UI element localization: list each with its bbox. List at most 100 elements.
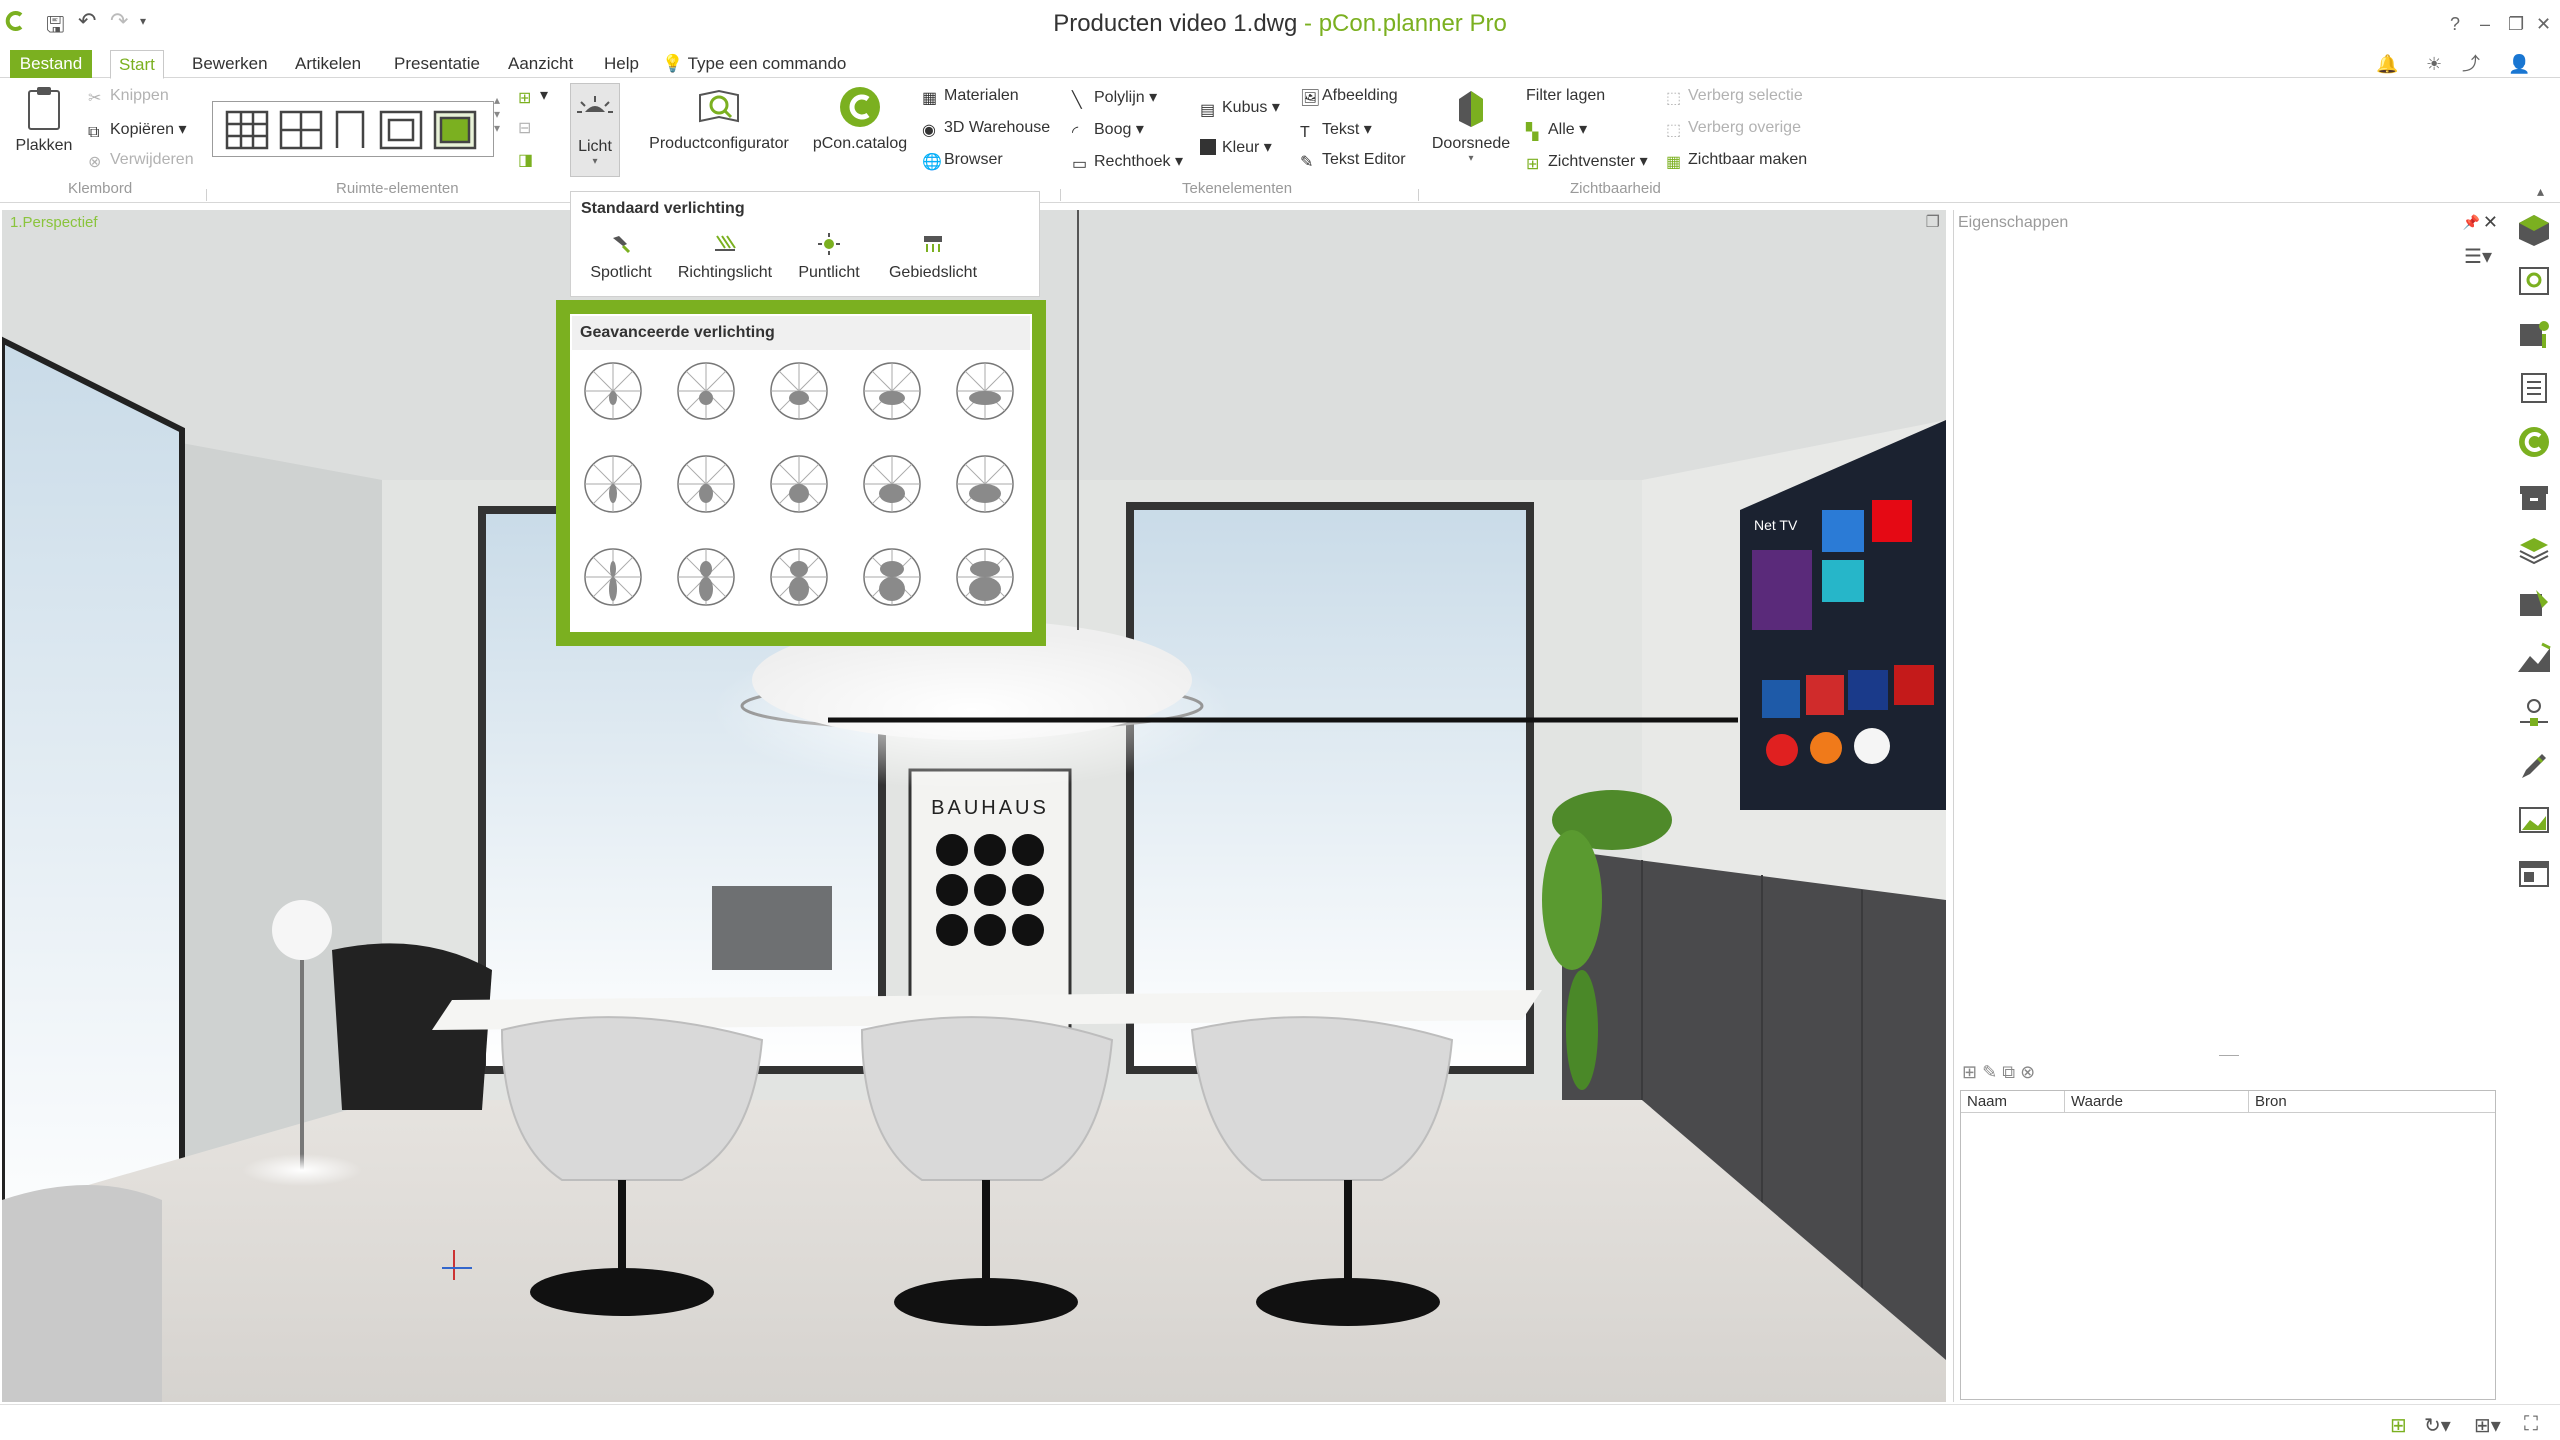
light-distribution-option[interactable] bbox=[954, 546, 1016, 608]
light-distribution-option[interactable] bbox=[675, 546, 737, 608]
image-panel-icon[interactable] bbox=[2516, 802, 2552, 838]
paste-button[interactable]: Plakken bbox=[14, 85, 74, 155]
color-button[interactable]: Kleur ▾ bbox=[1200, 137, 1272, 157]
directional-light-item[interactable]: Richtingslicht bbox=[675, 232, 775, 282]
tab-artikelen[interactable]: Artikelen bbox=[287, 50, 369, 78]
point-light-item[interactable]: Puntlicht bbox=[779, 232, 879, 282]
user-icon[interactable]: 👤 bbox=[2508, 50, 2530, 78]
collapse-ribbon-icon[interactable]: ▴ bbox=[2537, 183, 2544, 200]
polyline-button[interactable]: ╲ Polylijn ▾ bbox=[1072, 87, 1157, 109]
viewport-name[interactable]: 1.Perspectief bbox=[10, 214, 98, 231]
copy-button[interactable]: ⧉ Kopiëren ▾ bbox=[88, 119, 187, 141]
tab-aanzicht[interactable]: Aanzicht bbox=[500, 50, 581, 78]
pin-icon[interactable]: 📌 bbox=[2463, 214, 2480, 231]
text-editor-button[interactable]: ✎ Tekst Editor bbox=[1300, 151, 1406, 171]
light-distribution-option[interactable] bbox=[768, 546, 830, 608]
light-distribution-option[interactable] bbox=[675, 360, 737, 422]
tab-help[interactable]: Help bbox=[596, 50, 647, 78]
delete-button[interactable]: ⊗ Verwijderen bbox=[88, 151, 194, 171]
spotlight-item[interactable]: Spotlicht bbox=[571, 232, 671, 282]
maximize-viewport-icon[interactable]: ❐ bbox=[1926, 212, 1940, 232]
viewport-filter-button[interactable]: ⊞ Zichtvenster ▾ bbox=[1526, 151, 1648, 173]
room-elements-gallery[interactable] bbox=[212, 101, 494, 157]
share-icon[interactable]: ⤴ bbox=[2462, 50, 2480, 78]
section-button[interactable]: Doorsnede ▾ bbox=[1428, 85, 1514, 164]
grid-layout-icon[interactable]: ⊞▾ bbox=[2474, 1413, 2501, 1438]
notification-icon[interactable]: 🔔 bbox=[2376, 50, 2398, 78]
warehouse-button[interactable]: ◉ 3D Warehouse bbox=[922, 119, 1050, 139]
file-menu-button[interactable]: Bestand bbox=[10, 50, 92, 78]
catalog-button[interactable]: pCon.catalog bbox=[808, 85, 912, 153]
help-icon[interactable]: ? bbox=[2450, 14, 2460, 35]
section-icon bbox=[1459, 91, 1483, 127]
light-distribution-option[interactable] bbox=[582, 360, 644, 422]
light-button[interactable]: Licht ▾ bbox=[570, 83, 620, 177]
light-distribution-option[interactable] bbox=[861, 546, 923, 608]
tab-presentatie[interactable]: Presentatie bbox=[386, 50, 488, 78]
minimize-icon[interactable]: – bbox=[2480, 14, 2490, 35]
hide-other-button[interactable]: ⬚ Verberg overige bbox=[1666, 119, 1801, 139]
sun-settings-icon[interactable]: ☀ bbox=[2426, 50, 2442, 78]
column-header-value[interactable]: Waarde bbox=[2065, 1091, 2249, 1113]
light-distribution-option[interactable] bbox=[861, 453, 923, 515]
article-list-icon[interactable] bbox=[2516, 370, 2552, 406]
light-distribution-option[interactable] bbox=[768, 453, 830, 515]
room-tool-button-3[interactable]: ◨ bbox=[518, 149, 540, 169]
group-separator bbox=[1060, 189, 1061, 201]
delete-label: Verwijderen bbox=[110, 151, 194, 168]
area-light-item[interactable]: Gebiedslicht bbox=[883, 232, 983, 282]
render-view-icon[interactable] bbox=[2516, 856, 2552, 892]
arc-button[interactable]: ◜ Boog ▾ bbox=[1072, 119, 1144, 141]
rectangle-button[interactable]: ▭ Rechthoek ▾ bbox=[1072, 151, 1183, 173]
terrain-icon[interactable] bbox=[2516, 640, 2552, 676]
remove-property-icon[interactable]: ⊗ bbox=[2020, 1062, 2035, 1082]
product-search-icon[interactable] bbox=[2516, 262, 2552, 298]
copy-property-icon[interactable]: ⧉ bbox=[2002, 1062, 2015, 1082]
browser-button[interactable]: 🌐 Browser bbox=[922, 151, 1003, 171]
materials-panel-icon[interactable] bbox=[2516, 586, 2552, 622]
light-distribution-option[interactable] bbox=[582, 453, 644, 515]
materials-button[interactable]: ▦ Materialen bbox=[922, 87, 1019, 107]
close-window-icon[interactable]: ✕ bbox=[2536, 14, 2551, 35]
light-distribution-option[interactable] bbox=[954, 453, 1016, 515]
gallery-scroll-icon[interactable]: ▴ ▾ ▾ bbox=[494, 93, 500, 135]
room-tool-button-1[interactable]: ⊞ ▾ bbox=[518, 85, 548, 107]
tab-start[interactable]: Start bbox=[110, 50, 164, 79]
orbit-icon[interactable]: ↻▾ bbox=[2424, 1413, 2451, 1438]
pen-tool-icon[interactable] bbox=[2516, 748, 2552, 784]
add-property-icon[interactable]: ⊞ bbox=[1962, 1062, 1977, 1082]
article-info-icon[interactable] bbox=[2516, 316, 2552, 352]
light-distribution-option[interactable] bbox=[675, 453, 737, 515]
fullscreen-icon[interactable]: ⛶ bbox=[2524, 1413, 2538, 1436]
light-settings-icon[interactable] bbox=[2516, 694, 2552, 730]
catalog-panel-icon[interactable] bbox=[2516, 424, 2552, 460]
column-header-name[interactable]: Naam bbox=[1961, 1091, 2065, 1113]
panel-menu-icon[interactable]: ☰▾ bbox=[2464, 244, 2492, 269]
light-distribution-option[interactable] bbox=[861, 360, 923, 422]
close-panel-icon[interactable]: ✕ bbox=[2483, 212, 2498, 233]
cut-button[interactable]: ✂ Knippen bbox=[88, 87, 169, 107]
column-header-source[interactable]: Bron bbox=[2249, 1091, 2495, 1113]
product-configurator-button[interactable]: Productconfigurator bbox=[644, 85, 794, 153]
light-distribution-option[interactable] bbox=[954, 360, 1016, 422]
pick-property-icon[interactable]: ✎ bbox=[1982, 1062, 1997, 1082]
restore-icon[interactable]: ❐ bbox=[2508, 14, 2524, 35]
panel-splitter[interactable] bbox=[2219, 1055, 2239, 1056]
cube-icon: ▤ bbox=[1200, 102, 1216, 119]
storage-box-icon[interactable] bbox=[2516, 478, 2552, 514]
light-distribution-option[interactable] bbox=[582, 546, 644, 608]
command-search[interactable]: 💡 Type een commando bbox=[662, 50, 846, 78]
make-visible-button[interactable]: ▦ Zichtbaar maken bbox=[1666, 151, 1807, 171]
room-tool-button-2[interactable]: ⊟ bbox=[518, 117, 540, 137]
snap-icon[interactable]: ⊞ bbox=[2390, 1413, 2407, 1438]
layer-filter-all-dropdown[interactable]: ▚ Alle ▾ bbox=[1526, 119, 1587, 141]
hide-selection-button[interactable]: ⬚ Verberg selectie bbox=[1666, 87, 1803, 107]
layers-icon[interactable] bbox=[2516, 532, 2552, 568]
cube-button[interactable]: ▤ Kubus ▾ bbox=[1200, 97, 1280, 119]
3d-view-icon[interactable] bbox=[2516, 212, 2552, 248]
tab-bewerken[interactable]: Bewerken bbox=[184, 50, 276, 78]
text-button[interactable]: T Tekst ▾ bbox=[1300, 119, 1372, 141]
light-distribution-option[interactable] bbox=[768, 360, 830, 422]
image-button[interactable]: 🖼 Afbeelding bbox=[1300, 87, 1398, 107]
image-icon: 🖼 bbox=[1300, 90, 1321, 107]
